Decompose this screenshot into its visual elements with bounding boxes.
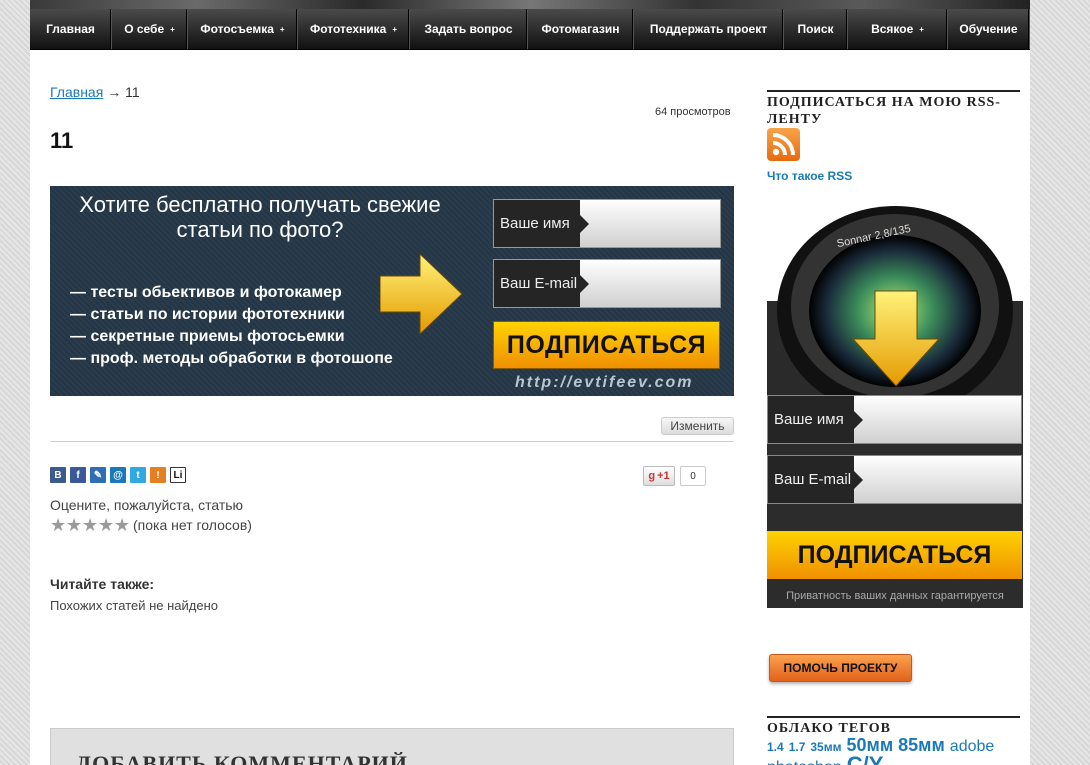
what-is-rss-link[interactable]: Что такое RSS (767, 169, 852, 183)
view-count: 64 просмотров (655, 106, 731, 118)
sidebar-name-label: Ваше имя (768, 396, 863, 443)
content-area: Главная → 11 64 просмотров 11 Хотите бес… (30, 50, 1030, 765)
tag-link[interactable]: C/Y (847, 752, 884, 765)
star-icon[interactable]: ★ (114, 516, 130, 534)
comment-section: ДОБАВИТЬ КОММЕНТАРИЙ (50, 728, 734, 765)
banner-email-label: Ваш E-mail (494, 260, 589, 307)
tag-link[interactable]: 1.4 (767, 740, 784, 754)
banner-headline: Хотите бесплатно получать свежие статьи … (79, 192, 441, 242)
nav-item[interactable]: Поиск (784, 9, 848, 49)
chevron-down-icon: + (170, 24, 175, 34)
comment-title: ДОБАВИТЬ КОММЕНТАРИЙ (76, 751, 408, 765)
gplus-button[interactable]: g +1 (643, 466, 675, 486)
star-icon[interactable]: ★ (82, 516, 98, 534)
facebook-icon[interactable]: f (70, 467, 86, 483)
nav-item-label: Фототехника (309, 22, 387, 36)
gplus-icon: g (648, 470, 656, 482)
nav-item-label: Поддержать проект (649, 22, 768, 36)
mailru-icon[interactable]: @ (110, 467, 126, 483)
breadcrumb-home-link[interactable]: Главная (50, 84, 103, 100)
tag-link[interactable]: adobe (950, 738, 995, 755)
lens-image: Sonnar 2,8/135 (767, 201, 1023, 416)
banner-bullet: — статьи по истории фототехники (70, 306, 345, 323)
banner-name-field[interactable]: Ваше имя (493, 199, 721, 248)
nav-item-label: Главная (46, 22, 95, 36)
nav-item-label: Фотомагазин (541, 22, 620, 36)
banner-email-field[interactable]: Ваш E-mail (493, 259, 721, 308)
rating-prompt: Оцените, пожалуйста, статью (50, 497, 244, 513)
star-icon[interactable]: ★ (66, 516, 82, 534)
tag-cloud: 1.41.735мм50мм85ммadobephotoshopC/Y (767, 736, 1020, 765)
sidebar-name-field[interactable]: Ваше имя (767, 395, 1022, 444)
nav-item[interactable]: Всякое + (848, 9, 948, 49)
help-project-button[interactable]: ПОМОЧЬ ПРОЕКТУ (769, 654, 912, 682)
liveinternet-icon[interactable]: Li (170, 467, 186, 483)
chevron-down-icon: + (279, 24, 285, 34)
nav-item-label: Задать вопрос (424, 22, 513, 36)
gplus-widget: g +1 0 (643, 466, 706, 486)
vkontakte-icon[interactable]: В (50, 467, 66, 483)
nav-item-label: Обучение (959, 22, 1018, 36)
breadcrumb: Главная → 11 (50, 84, 140, 100)
rss-title: ПОДПИСАТЬСЯ НА МОЮ RSS-ЛЕНТУ (767, 90, 1020, 128)
banner-bullet: — тесты обьективов и фотокамер (70, 284, 342, 301)
tag-link[interactable]: 35мм (810, 740, 841, 754)
nav-item-label: Всякое (871, 22, 914, 36)
page-title: 11 (50, 128, 74, 153)
nav-item[interactable]: Задать вопрос (410, 9, 528, 49)
gplus-label: +1 (657, 470, 670, 482)
rating-widget: ★ ★ ★ ★ ★ (пока нет голосов) (50, 516, 252, 534)
subscribe-banner: Хотите бесплатно получать свежие статьи … (50, 186, 734, 396)
nav-item[interactable]: О себе + (112, 9, 188, 49)
chevron-down-icon: + (392, 24, 398, 34)
banner-name-label: Ваше имя (494, 200, 589, 247)
nav-item[interactable]: Фотосъемка + (188, 9, 298, 49)
tag-link[interactable]: 85мм (898, 735, 945, 755)
star-icon[interactable]: ★ (98, 516, 114, 534)
twitter-icon[interactable]: t (130, 467, 146, 483)
tag-link[interactable]: photoshop (767, 759, 842, 765)
share-bar: Вf ✎ @ t! Li (50, 467, 186, 483)
nav-item-label: Фотосъемка (200, 22, 274, 36)
chevron-down-icon: + (919, 24, 924, 34)
livejournal-icon[interactable]: ✎ (90, 467, 106, 483)
banner-url: http://evtifeev.com (515, 374, 694, 391)
tag-cloud-title: ОБЛАКО ТЕГОВ (767, 716, 1020, 737)
arrow-right-icon (380, 254, 463, 334)
rating-votes: (пока нет голосов) (133, 517, 252, 533)
banner-subscribe-button[interactable]: ПОДПИСАТЬСЯ (493, 321, 720, 369)
related-title: Читайте также: (50, 576, 155, 592)
breadcrumb-current: 11 (125, 84, 140, 100)
nav-item-label: Поиск (797, 22, 834, 36)
sidebar-email-label: Ваш E-mail (768, 456, 863, 503)
edit-button[interactable]: Изменить (661, 417, 734, 435)
sidebar-subscribe-button[interactable]: ПОДПИСАТЬСЯ (767, 531, 1022, 579)
divider (50, 441, 734, 442)
banner-bullet: — проф. методы обработки в фотошопе (70, 350, 393, 367)
related-empty: Похожих статей не найдено (50, 598, 219, 613)
gplus-count: 0 (680, 466, 706, 486)
breadcrumb-sep: → (107, 84, 122, 100)
nav-item-label: О себе (124, 22, 165, 36)
banner-bullet: — секретные приемы фотосьемки (70, 328, 345, 345)
privacy-note: Приватность ваших данных гарантируется (786, 590, 1004, 602)
sidebar-subscribe-box: Sonnar 2,8/135 Ваше имя Ваш E-mail ПОДПИ… (767, 201, 1023, 608)
nav-item[interactable]: Фотомагазин (528, 9, 634, 49)
nav-item[interactable]: Главная (30, 9, 112, 49)
nav-item[interactable]: Обучение (948, 9, 1030, 49)
odnoklassniki-icon[interactable]: ! (150, 467, 166, 483)
nav-item[interactable]: Фототехника + (298, 9, 410, 49)
star-icon[interactable]: ★ (50, 516, 66, 534)
main-nav: Главная О себе + Фотосъемка + Фототехника + Зад… (30, 9, 1030, 50)
rss-icon[interactable] (767, 128, 800, 161)
sidebar-email-field[interactable]: Ваш E-mail (767, 455, 1022, 504)
nav-item[interactable]: Поддержать проект (634, 9, 784, 49)
tag-link[interactable]: 1.7 (789, 740, 806, 754)
